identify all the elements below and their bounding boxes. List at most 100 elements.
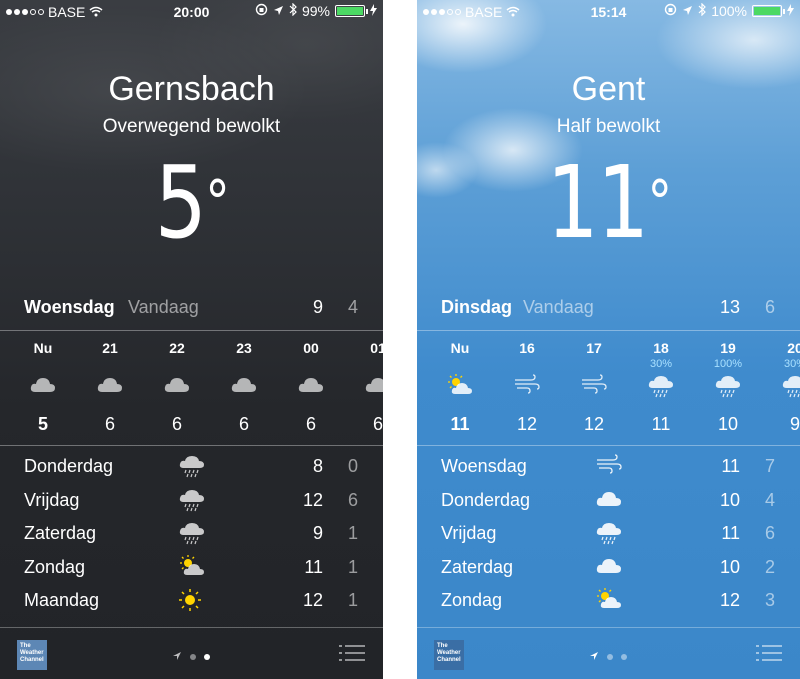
daily-row: Zondag 11 1 [0, 553, 383, 583]
divider [417, 445, 800, 446]
day-high: 12 [302, 489, 323, 510]
divider [0, 445, 383, 446]
hourly-forecast[interactable]: Nu 5 21 6 22 6 23 6 00 6 01 6 [0, 332, 383, 444]
daily-row: Vrijdag 12 6 [0, 486, 383, 516]
daily-row: Donderdag 8 0 [0, 452, 383, 482]
battery-icon [752, 5, 785, 17]
bottom-toolbar: The Weather Channel [0, 627, 383, 679]
wind-icon [513, 374, 541, 396]
day-name: Vrijdag [24, 489, 80, 510]
precipitation-chance: 30% [783, 358, 800, 370]
hourly-item: 23 6 [214, 332, 274, 444]
today-day: Woensdag [24, 297, 115, 317]
cloud-icon [163, 374, 191, 396]
city-name: Gent [571, 70, 646, 108]
day-name: Vrijdag [441, 523, 497, 543]
hour-label: 17 [586, 340, 602, 356]
city-name: Gernsbach [108, 70, 275, 108]
day-high: 11 [721, 456, 740, 476]
hourly-item: 01 6 [348, 332, 383, 444]
daily-row: Donderdag 10 4 [417, 486, 800, 516]
day-low: 1 [347, 556, 358, 577]
hourly-item: 21 6 [80, 332, 140, 444]
hourly-item: 20 30% 9 [765, 332, 800, 444]
cloud-icon [595, 488, 623, 510]
hour-label: 18 [653, 340, 669, 356]
day-low: 4 [764, 489, 775, 510]
battery-percent: 100% [711, 3, 747, 19]
day-name: Zaterdag [441, 556, 514, 577]
hour-label: 16 [519, 340, 535, 356]
hour-temperature: 9 [789, 414, 800, 434]
location-arrow-icon [172, 648, 182, 666]
bluetooth-icon [698, 2, 707, 19]
day-high: 12 [302, 590, 323, 610]
hour-temperature: 11 [450, 414, 470, 434]
rain-cloud-icon [781, 374, 800, 398]
page-indicator[interactable] [172, 648, 210, 666]
hour-label: 23 [236, 340, 252, 356]
hour-temperature: 11 [651, 414, 671, 434]
cloud-icon [230, 374, 258, 396]
daily-row: Vrijdag 11 6 [417, 519, 800, 549]
partly-sunny-icon [446, 374, 474, 396]
today-high: 9 [312, 297, 323, 317]
day-low: 1 [347, 590, 358, 610]
precipitation-chance: 100% [713, 358, 743, 370]
rain-cloud-icon [595, 521, 623, 545]
hour-temperature: 6 [171, 414, 182, 434]
wind-icon [580, 374, 608, 396]
hour-label: 22 [169, 340, 185, 356]
status-bar: BASE 20:00 99% [0, 0, 383, 24]
page-indicator[interactable] [589, 648, 627, 666]
list-icon[interactable] [339, 644, 365, 662]
today-high: 13 [719, 297, 740, 317]
hour-label: 21 [102, 340, 118, 356]
day-high: 8 [312, 456, 323, 476]
weather-channel-logo[interactable]: The Weather Channel [434, 640, 464, 670]
battery-percent: 99% [301, 3, 330, 19]
hour-temperature: 6 [238, 414, 249, 434]
location-icon [273, 3, 284, 19]
day-high: 11 [304, 556, 323, 577]
page-dot [190, 654, 196, 660]
day-low: 6 [764, 523, 775, 543]
cloud-icon [364, 374, 383, 396]
rain-cloud-icon [178, 454, 206, 478]
wind-icon [595, 454, 623, 476]
location-arrow-icon [589, 648, 599, 666]
hour-temperature: 10 [717, 414, 739, 434]
rain-cloud-icon [178, 488, 206, 511]
condition-text: Half bewolkt [556, 116, 661, 137]
day-low: 3 [764, 590, 775, 610]
list-icon[interactable] [756, 644, 782, 662]
today-row: Dinsdag Vandaag 13 6 [417, 297, 800, 321]
rain-cloud-icon [178, 521, 206, 545]
day-low: 1 [347, 523, 358, 543]
cloud-icon [96, 374, 124, 396]
day-low: 0 [347, 456, 358, 476]
hour-temperature: 12 [516, 414, 538, 434]
current-temperature: 5° [154, 144, 230, 261]
hour-temperature: 6 [305, 414, 316, 434]
day-high: 10 [719, 556, 740, 577]
bluetooth-icon [289, 2, 297, 19]
hour-label: 19 [720, 340, 736, 356]
hour-label: 00 [303, 340, 319, 356]
page-dot [621, 654, 627, 660]
page-dot [607, 654, 613, 660]
hour-label: 01 [370, 340, 383, 356]
daily-row: Maandag 12 1 [0, 586, 383, 616]
hourly-forecast[interactable]: Nu11161217121830%1119100%102030%9 [417, 332, 800, 444]
hourly-item: Nu 5 [13, 332, 73, 444]
day-low: 2 [764, 556, 775, 577]
hourly-item: 22 6 [147, 332, 207, 444]
hour-label: Nu [450, 340, 470, 356]
rotation-lock-icon [255, 3, 268, 19]
weather-channel-logo[interactable]: The Weather Channel [17, 640, 47, 670]
day-high: 9 [312, 523, 323, 543]
hourly-item: 18 30% 11 [631, 332, 691, 444]
location-icon [682, 3, 693, 19]
page-dot-active [204, 654, 210, 660]
today-low: 6 [764, 297, 775, 317]
